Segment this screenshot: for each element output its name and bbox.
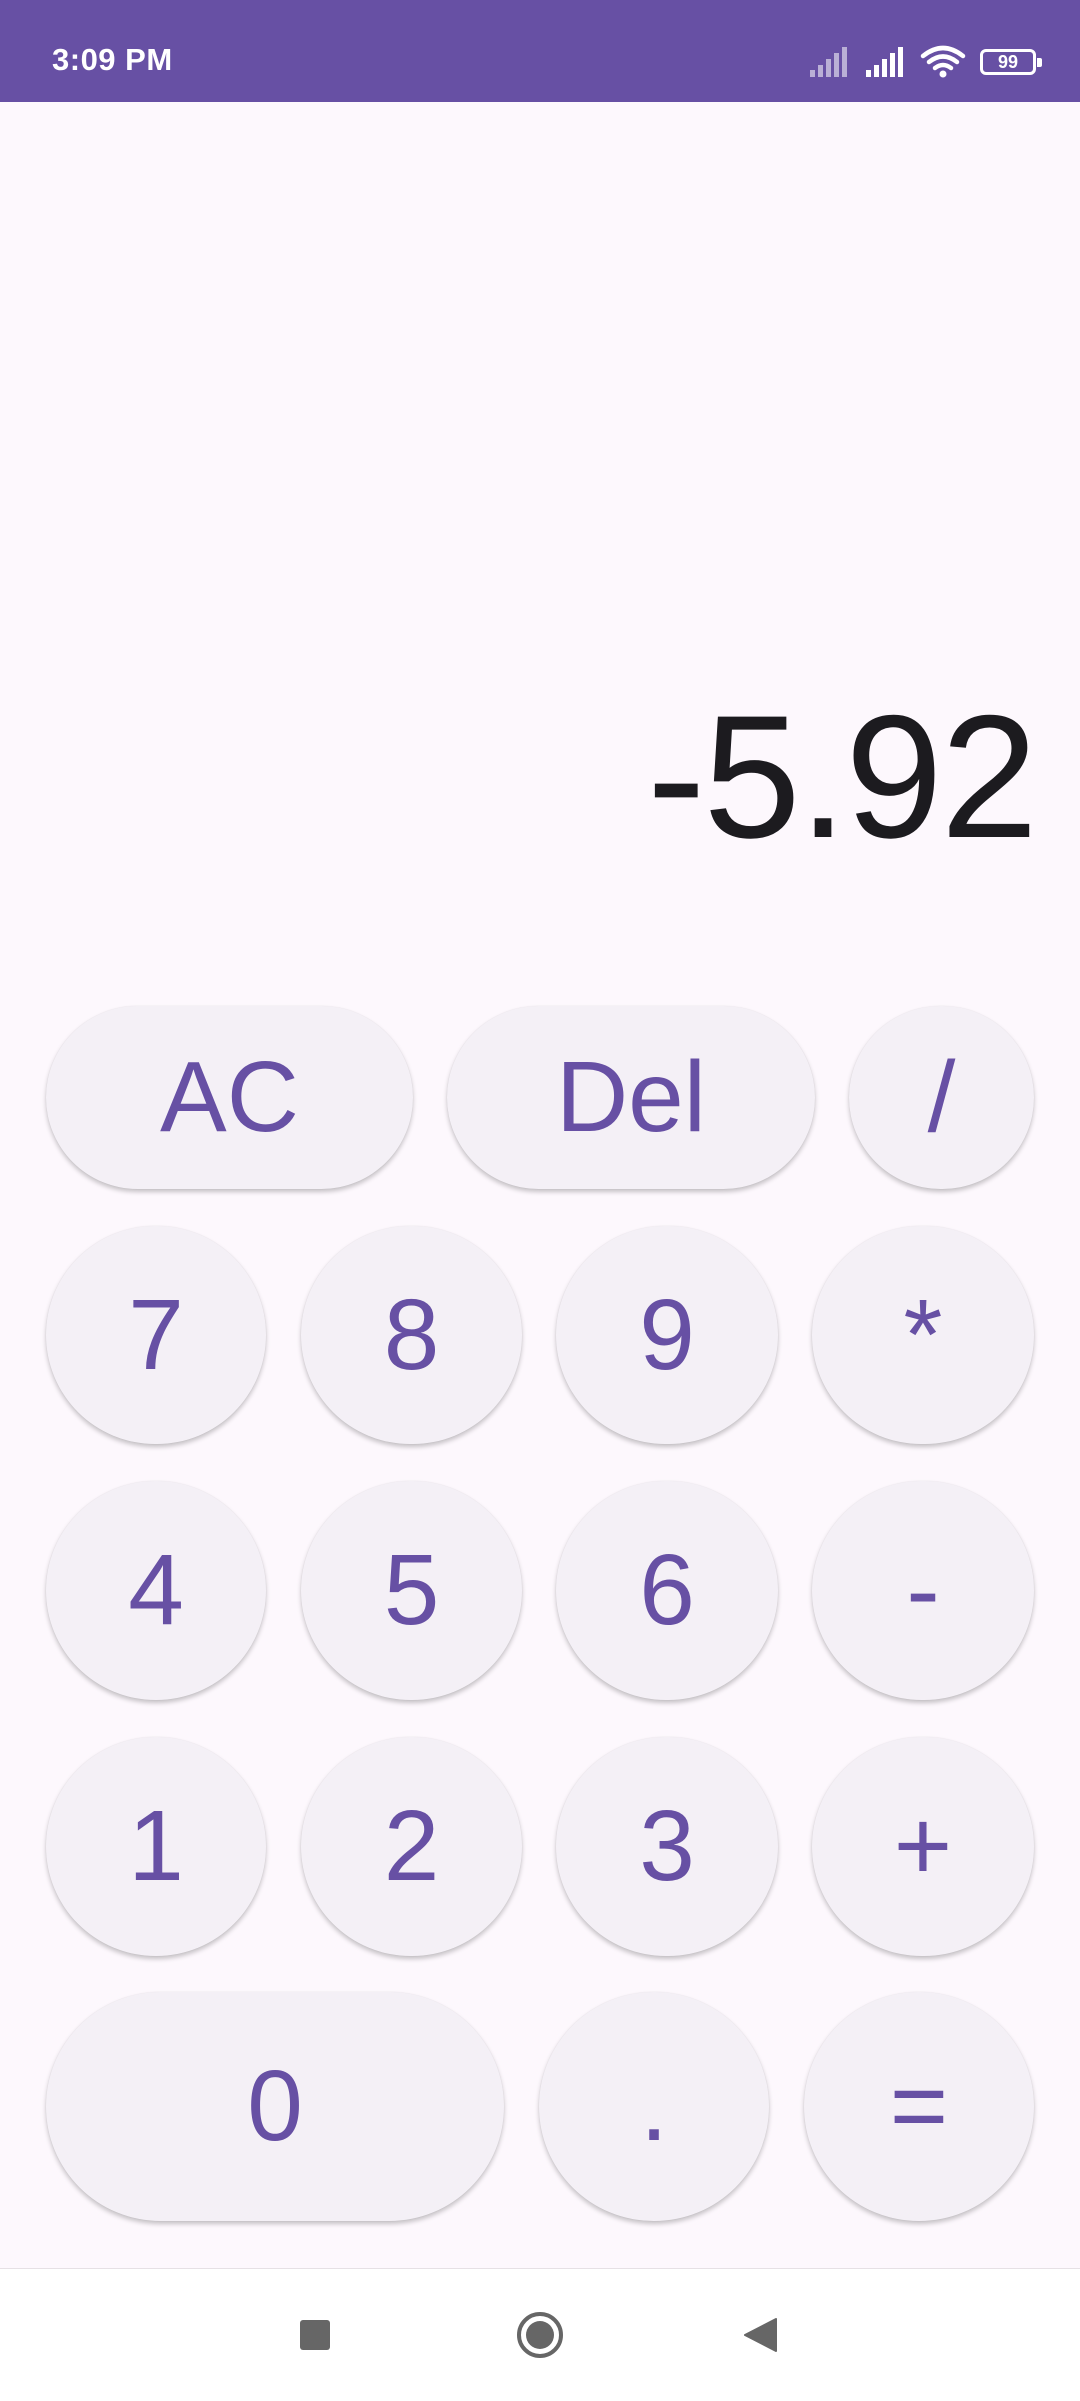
digit-2-button[interactable]: 2 [301,1737,522,1956]
back-button[interactable] [730,2305,790,2365]
digit-8-button[interactable]: 8 [301,1226,522,1444]
wifi-icon [920,45,966,78]
recents-button[interactable] [285,2305,345,2365]
digit-3-button[interactable]: 3 [556,1737,778,1956]
digit-6-button[interactable]: 6 [556,1481,778,1700]
all-clear-button[interactable]: AC [46,1006,413,1189]
back-triangle-icon [744,2318,777,2352]
result-display: -5.92 [647,680,1038,875]
status-bar: 3:09 PM 99 [0,0,1080,102]
status-time: 3:09 PM [52,42,173,77]
status-icons: 99 [808,44,1042,78]
signal-icon [866,47,903,77]
digit-7-button[interactable]: 7 [46,1226,266,1444]
digit-0-button[interactable]: 0 [46,1992,504,2221]
home-button[interactable] [510,2305,570,2365]
recents-square-icon [300,2320,330,2350]
multiply-button[interactable]: * [812,1226,1034,1444]
navigation-bar [0,2268,1080,2401]
signal-icon [810,47,847,77]
battery-icon: 99 [980,49,1042,75]
digit-4-button[interactable]: 4 [46,1481,266,1700]
divide-button[interactable]: / [849,1006,1034,1189]
plus-button[interactable]: + [812,1737,1034,1956]
home-circle-icon [517,2312,563,2358]
digit-9-button[interactable]: 9 [556,1226,778,1444]
digit-1-button[interactable]: 1 [46,1737,266,1956]
equals-button[interactable]: = [804,1992,1034,2221]
minus-button[interactable]: - [812,1481,1034,1700]
decimal-point-button[interactable]: . [539,1992,769,2221]
digit-5-button[interactable]: 5 [301,1481,522,1700]
delete-button[interactable]: Del [447,1006,815,1189]
